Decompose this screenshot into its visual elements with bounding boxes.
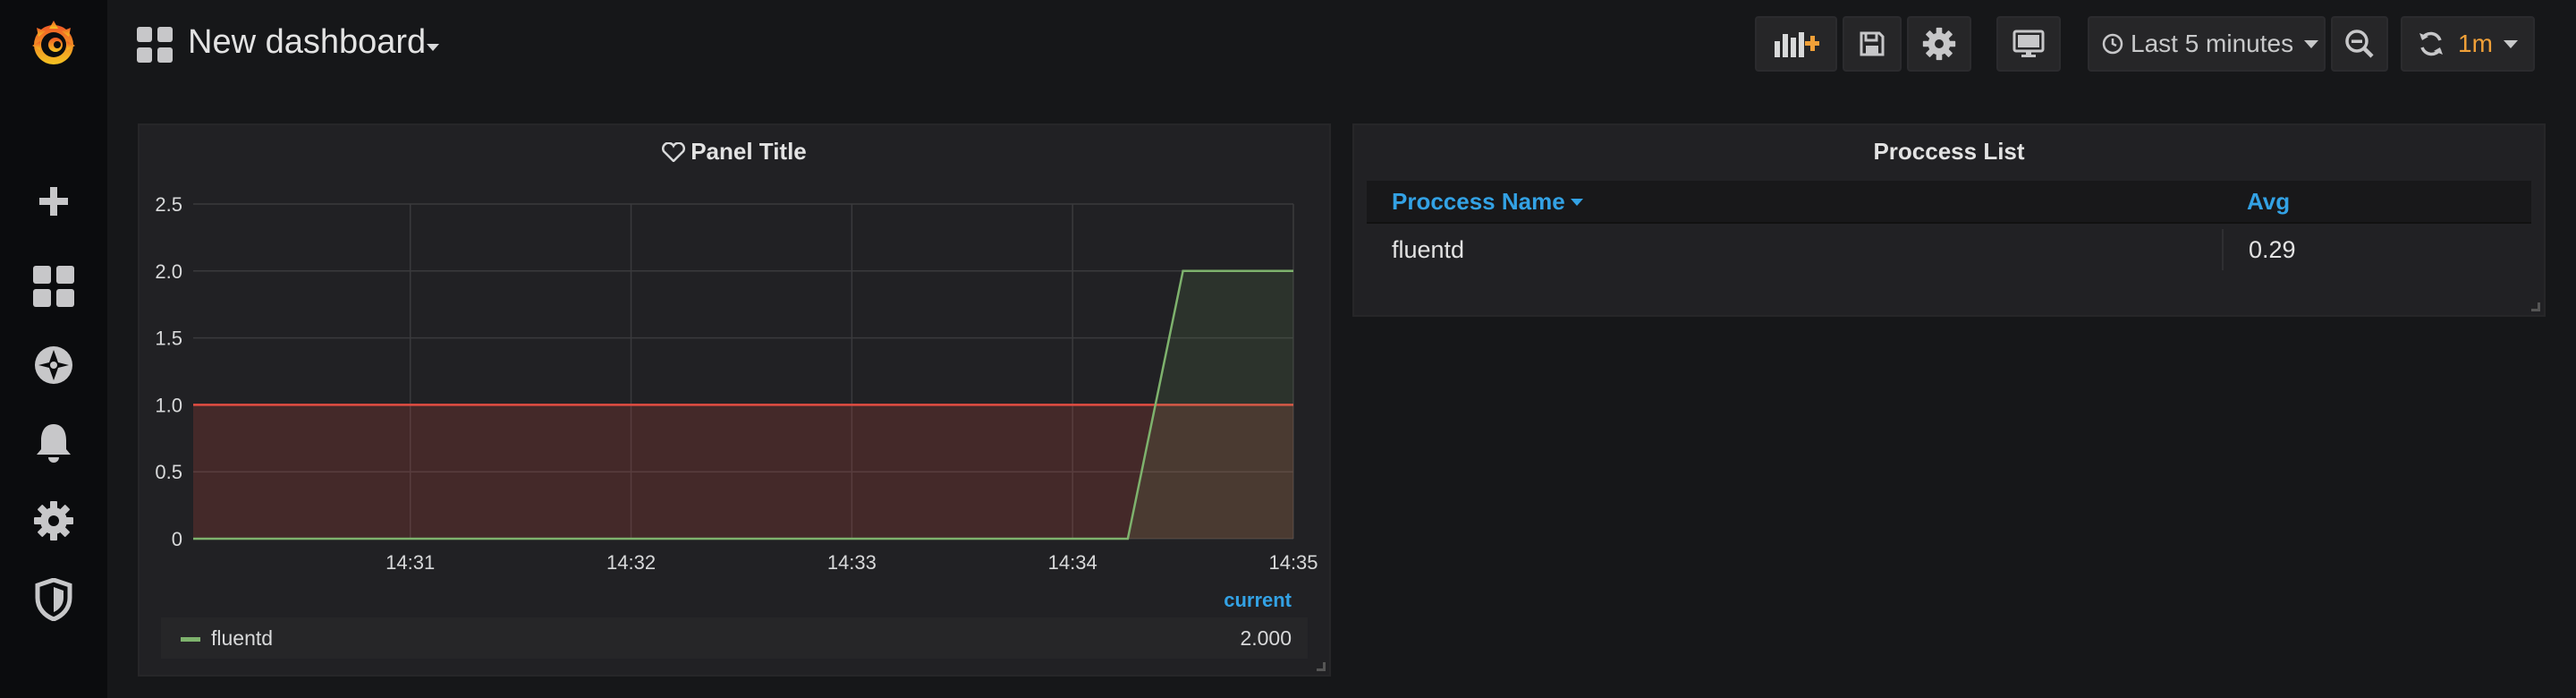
x-tick-label: 14:33 — [827, 551, 877, 574]
configuration-gear-icon[interactable] — [0, 489, 107, 552]
table-header-row: Proccess Name Avg — [1367, 181, 2531, 224]
graph-panel: Panel Title 0 0.5 1.0 1.5 2.0 2.5 14:31 14:32 14… — [138, 123, 1331, 677]
y-tick-label: 0 — [172, 528, 182, 550]
legend-current-header[interactable]: current — [1224, 589, 1292, 612]
refresh-interval-label: 1m — [2458, 30, 2493, 57]
dashboard-title[interactable]: New dashboard — [188, 23, 426, 62]
y-tick-label: 0.5 — [155, 461, 182, 483]
add-panel-icon — [1775, 32, 1819, 57]
server-admin-shield-icon[interactable] — [0, 568, 107, 631]
alerting-bell-icon[interactable] — [0, 412, 107, 474]
column-header-process-name-label: Proccess Name — [1392, 188, 1565, 215]
settings-gear-icon — [1922, 27, 1956, 61]
explore-compass-icon[interactable] — [0, 334, 107, 396]
dashboard-grid-icon — [137, 27, 173, 63]
refresh-button[interactable]: 1m — [2401, 16, 2535, 72]
save-floppy-icon — [1860, 31, 1885, 56]
y-tick-label: 1.5 — [155, 328, 182, 350]
save-dashboard-button[interactable] — [1843, 16, 1902, 72]
cell-avg: 0.29 — [2249, 236, 2296, 263]
dashboard-picker-caret-icon[interactable] — [427, 44, 439, 51]
dashboards-icon[interactable] — [0, 255, 107, 318]
table-panel-resize-handle[interactable] — [2531, 302, 2540, 311]
x-tick-label: 14:32 — [606, 551, 656, 574]
refresh-arrows-icon — [2419, 31, 2443, 56]
time-range-picker[interactable]: Last 5 minutes — [2088, 16, 2326, 72]
side-menu — [0, 0, 107, 698]
y-tick-label: 1.0 — [155, 394, 182, 416]
refresh-interval-caret-icon — [2503, 39, 2518, 48]
graph-panel-resize-handle[interactable] — [1317, 662, 1326, 671]
legend-row[interactable]: fluentd 2.000 — [161, 617, 1308, 659]
grafana-logo-icon[interactable] — [0, 12, 107, 74]
legend-series-current-value: 2.000 — [1240, 626, 1292, 650]
create-plus-icon[interactable] — [0, 170, 107, 233]
y-tick-label: 2.0 — [155, 260, 182, 283]
table-row: fluentd 0.29 — [1367, 224, 2531, 274]
top-navbar: New dashboard Last 5 minutes 1m — [107, 0, 2576, 89]
zoom-out-magnifier-icon — [2345, 30, 2374, 58]
cell-process-name: fluentd — [1392, 236, 1465, 263]
cycle-view-mode-button[interactable] — [1996, 16, 2061, 72]
time-range-caret-icon — [2304, 39, 2319, 48]
table-panel: Proccess List Proccess Name Avg fluentd … — [1352, 123, 2546, 317]
sort-desc-caret-icon — [1570, 199, 1583, 206]
legend-series-color-swatch — [181, 637, 200, 642]
x-tick-label: 14:31 — [386, 551, 435, 574]
monitor-icon — [2012, 30, 2045, 57]
column-header-process-name[interactable]: Proccess Name — [1392, 188, 1583, 216]
x-tick-label: 14:34 — [1048, 551, 1097, 574]
time-series-graph[interactable]: 0 0.5 1.0 1.5 2.0 2.5 14:31 14:32 14:33 14:34 14:3… — [140, 125, 1329, 675]
y-tick-label: 2.5 — [155, 193, 182, 216]
clock-icon — [2102, 33, 2123, 55]
x-tick-label: 14:35 — [1268, 551, 1318, 574]
add-panel-button[interactable] — [1755, 16, 1837, 72]
table-panel-title[interactable]: Proccess List — [1354, 138, 2544, 166]
column-separator — [2222, 229, 2224, 270]
time-range-label: Last 5 minutes — [2131, 30, 2294, 57]
dashboard-settings-button[interactable] — [1907, 16, 1971, 72]
legend-series-name[interactable]: fluentd — [211, 626, 273, 651]
threshold-area — [193, 404, 1293, 539]
column-header-avg[interactable]: Avg — [2247, 188, 2290, 216]
zoom-out-button[interactable] — [2331, 16, 2388, 72]
